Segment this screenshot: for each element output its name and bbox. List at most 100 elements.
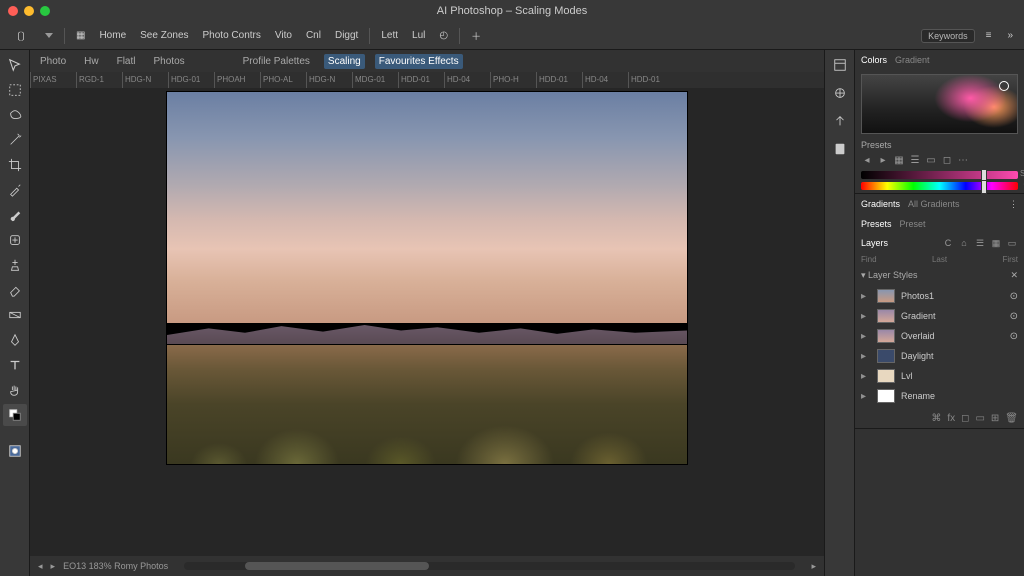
visibility-icon[interactable]: ▸ <box>861 351 871 361</box>
layers-header[interactable]: ▾ Layer Styles <box>861 270 918 281</box>
layer-thumb[interactable] <box>877 369 895 383</box>
filter-c-icon[interactable]: C <box>942 237 954 249</box>
doc-tab[interactable]: Photos <box>150 54 189 69</box>
brush-tool[interactable] <box>3 204 27 226</box>
module-tab[interactable]: Favourites Effects <box>375 54 463 69</box>
grid-icon[interactable]: ▦ <box>71 27 90 44</box>
layer-fx-icon[interactable]: ⊙ <box>1010 331 1018 342</box>
new-layer-icon[interactable]: ⊞ <box>991 413 999 424</box>
pen-tool[interactable] <box>3 329 27 351</box>
properties-icon[interactable] <box>829 54 851 76</box>
module-tab[interactable]: Profile Palettes <box>239 54 314 69</box>
find-label[interactable]: Find <box>861 255 877 264</box>
mode-menu-icon[interactable]: ⋯ <box>957 154 969 166</box>
link-layers-icon[interactable]: ⌘ <box>931 413 941 424</box>
wand-tool[interactable] <box>3 129 27 151</box>
zoom-level[interactable]: EO13 183% Romy Photos <box>63 561 168 571</box>
hue-slider[interactable]: Ofs <box>861 182 1018 190</box>
history-icon[interactable] <box>829 110 851 132</box>
layers-tab[interactable]: Layers <box>861 238 888 248</box>
canvas-area[interactable] <box>30 88 824 556</box>
crop-tool[interactable] <box>3 154 27 176</box>
lasso-tool[interactable] <box>3 104 27 126</box>
gradient-tool[interactable] <box>3 304 27 326</box>
nav-prev-icon[interactable]: ◂ <box>38 561 43 572</box>
doc-tab[interactable]: Photo <box>36 54 70 69</box>
gradients-alt-tab[interactable]: All Gradients <box>908 199 960 209</box>
layer-row[interactable]: ▸Lvl <box>855 366 1024 386</box>
layer-fx-icon[interactable]: ⊙ <box>1010 291 1018 302</box>
layer-fx-icon[interactable]: ⊙ <box>1010 311 1018 322</box>
scrollbar-horizontal[interactable] <box>184 562 795 570</box>
filter-list-icon[interactable]: ☰ <box>974 237 986 249</box>
text-tool[interactable] <box>3 354 27 376</box>
eraser-tool[interactable] <box>3 279 27 301</box>
delete-layer-icon[interactable]: 🗑 <box>1005 413 1018 424</box>
visibility-icon[interactable]: ▸ <box>861 291 871 301</box>
doc-indicator-icon[interactable]: ▸ <box>51 561 56 572</box>
first-label[interactable]: First <box>1002 255 1018 264</box>
menu-item[interactable]: Photo Contrs <box>198 27 266 44</box>
layer-lock-icon[interactable]: ✕ <box>1010 270 1018 281</box>
menu-item[interactable]: Lett <box>376 27 403 44</box>
close-window-button[interactable] <box>8 6 18 16</box>
mode-large-icon[interactable]: ◻ <box>941 154 953 166</box>
menu-item[interactable]: Cnl <box>301 27 326 44</box>
visibility-icon[interactable]: ▸ <box>861 311 871 321</box>
filter-k-icon[interactable]: ⌂ <box>958 237 970 249</box>
module-tab[interactable]: Scaling <box>324 54 365 69</box>
search-input[interactable]: Keywords <box>921 29 975 43</box>
layer-row[interactable]: ▸Gradient⊙ <box>855 306 1024 326</box>
minimize-window-button[interactable] <box>24 6 34 16</box>
layer-thumb[interactable] <box>877 309 895 323</box>
layer-style-icon[interactable]: fx <box>947 413 955 424</box>
menu-item[interactable]: Vito <box>270 27 297 44</box>
menu-item[interactable]: Diggt <box>330 27 363 44</box>
libraries-icon[interactable] <box>829 138 851 160</box>
ws-switch-icon[interactable]: ≡ <box>981 27 997 44</box>
menu-item[interactable]: Home <box>94 27 131 44</box>
eyedropper-tool[interactable] <box>3 179 27 201</box>
layer-thumb[interactable] <box>877 289 895 303</box>
color-picker[interactable] <box>861 74 1018 134</box>
layer-row[interactable]: ▸Photos1⊙ <box>855 286 1024 306</box>
gradient-tab[interactable]: Gradient <box>895 55 930 65</box>
clock-icon[interactable]: ◴ <box>434 27 453 44</box>
layer-row[interactable]: ▸Daylight <box>855 346 1024 366</box>
layer-thumb[interactable] <box>877 349 895 363</box>
mode-play-icon[interactable]: ▸ <box>877 154 889 166</box>
visibility-icon[interactable]: ▸ <box>861 331 871 341</box>
color-tab[interactable]: Colors <box>861 55 887 65</box>
filter-more-icon[interactable]: ▭ <box>1006 237 1018 249</box>
panel-menu-icon[interactable]: ⋮ <box>1009 199 1018 210</box>
clone-tool[interactable] <box>3 254 27 276</box>
app-menu-icon[interactable]: 〔〕 <box>6 25 36 46</box>
marquee-tool[interactable] <box>3 79 27 101</box>
layer-thumb[interactable] <box>877 329 895 343</box>
layer-thumb[interactable] <box>877 389 895 403</box>
maximize-window-button[interactable] <box>40 6 50 16</box>
new-group-icon[interactable]: ▭ <box>975 413 984 424</box>
ws-chevron-icon[interactable]: » <box>1002 27 1018 44</box>
mode-list-icon[interactable]: ☰ <box>909 154 921 166</box>
doc-tab[interactable]: Flatl <box>113 54 140 69</box>
presets-alt-tab[interactable]: Preset <box>900 219 926 229</box>
saturation-slider[interactable]: Shift <box>861 171 1018 179</box>
menu-item[interactable]: See Zones <box>135 27 193 44</box>
adjustments-icon[interactable] <box>829 82 851 104</box>
layer-row[interactable]: ▸Overlaid⊙ <box>855 326 1024 346</box>
last-label[interactable]: Last <box>932 255 947 264</box>
nav-next-icon[interactable]: ▸ <box>811 561 816 572</box>
quickmask-tool[interactable] <box>3 440 27 462</box>
mode-thumb-icon[interactable]: ▭ <box>925 154 937 166</box>
gradients-tab[interactable]: Gradients <box>861 199 900 209</box>
healing-tool[interactable] <box>3 229 27 251</box>
layer-row[interactable]: ▸Rename <box>855 386 1024 406</box>
move-tool[interactable] <box>3 54 27 76</box>
dropdown-icon[interactable] <box>40 27 58 44</box>
fg-bg-swatch[interactable] <box>3 404 27 426</box>
mode-prev-icon[interactable]: ◂ <box>861 154 873 166</box>
canvas-image[interactable] <box>167 92 687 464</box>
mode-grid-icon[interactable]: ▦ <box>893 154 905 166</box>
hand-tool[interactable] <box>3 379 27 401</box>
